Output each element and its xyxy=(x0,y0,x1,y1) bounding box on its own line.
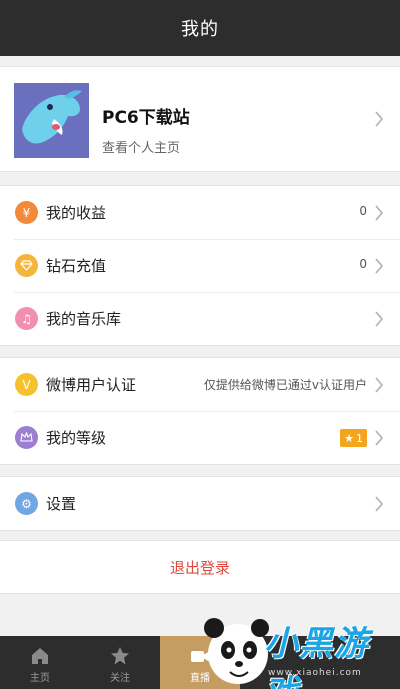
home-icon xyxy=(32,648,48,664)
row-label: 微博用户认证 xyxy=(46,376,137,394)
chevron-right-icon xyxy=(375,430,384,446)
row-label: 钻石充值 xyxy=(46,257,107,275)
level-value: 1 xyxy=(356,431,363,445)
tab-follow[interactable]: 关注 xyxy=(80,636,160,689)
chevron-right-icon xyxy=(375,377,384,393)
row-my-level[interactable]: 我的等级 ★ 1 xyxy=(0,411,400,464)
top-bar: 我的 xyxy=(0,0,400,56)
star-icon: ★ xyxy=(344,431,354,445)
crown-icon xyxy=(15,426,38,449)
tab-label: 关注 xyxy=(110,673,130,684)
row-weibo-verification[interactable]: V 微博用户认证 仅提供给微博已通过v认证用户 xyxy=(0,358,400,411)
row-my-earnings[interactable]: ¥ 我的收益 0 xyxy=(0,186,400,239)
profile-card[interactable]: PC6下载站 查看个人主页 xyxy=(0,66,400,172)
camera-icon xyxy=(191,651,209,662)
row-value: 仅提供给微博已通过v认证用户 xyxy=(203,378,367,392)
account-group: V 微博用户认证 仅提供给微博已通过v认证用户 我的等级 ★ 1 xyxy=(0,357,400,465)
tab-label: 主页 xyxy=(30,673,50,684)
row-label: 设置 xyxy=(46,495,77,513)
app-screen: 我的 PC6下载站 查看个人主页 ¥ 我的收益 0 钻石充值 0 ♫ 我的音乐库… xyxy=(0,0,400,689)
page-title: 我的 xyxy=(181,19,219,40)
bottom-tab-bar: 主页 关注 直播 xyxy=(0,636,400,689)
gear-icon: ⚙ xyxy=(15,492,38,515)
tab-label: 直播 xyxy=(190,673,210,684)
profile-name: PC6下载站 xyxy=(102,108,190,128)
row-music-library[interactable]: ♫ 我的音乐库 xyxy=(0,292,400,345)
level-badge: ★ 1 xyxy=(340,429,367,447)
star-icon xyxy=(111,647,129,665)
yuan-icon: ¥ xyxy=(15,201,38,224)
settings-group: ⚙ 设置 xyxy=(0,476,400,531)
earnings-group: ¥ 我的收益 0 钻石充值 0 ♫ 我的音乐库 xyxy=(0,185,400,346)
row-label: 我的等级 xyxy=(46,429,107,447)
diamond-icon xyxy=(15,254,38,277)
row-value: 0 xyxy=(359,257,367,271)
row-settings[interactable]: ⚙ 设置 xyxy=(0,477,400,530)
row-label: 我的音乐库 xyxy=(46,310,122,328)
verify-v-icon: V xyxy=(15,373,38,396)
chevron-right-icon xyxy=(375,205,384,221)
chevron-right-icon xyxy=(375,111,384,127)
profile-subtitle: 查看个人主页 xyxy=(102,141,181,156)
row-diamond-recharge[interactable]: 钻石充值 0 xyxy=(0,239,400,292)
avatar xyxy=(14,83,89,158)
chevron-right-icon xyxy=(375,496,384,512)
music-icon: ♫ xyxy=(15,307,38,330)
tab-live[interactable]: 直播 xyxy=(160,636,240,689)
chevron-right-icon xyxy=(375,258,384,274)
tab-home[interactable]: 主页 xyxy=(0,636,80,689)
logout-button[interactable]: 退出登录 xyxy=(0,540,400,594)
row-label: 我的收益 xyxy=(46,204,107,222)
chevron-right-icon xyxy=(375,311,384,327)
row-value: 0 xyxy=(359,204,367,218)
logout-label: 退出登录 xyxy=(169,558,230,577)
